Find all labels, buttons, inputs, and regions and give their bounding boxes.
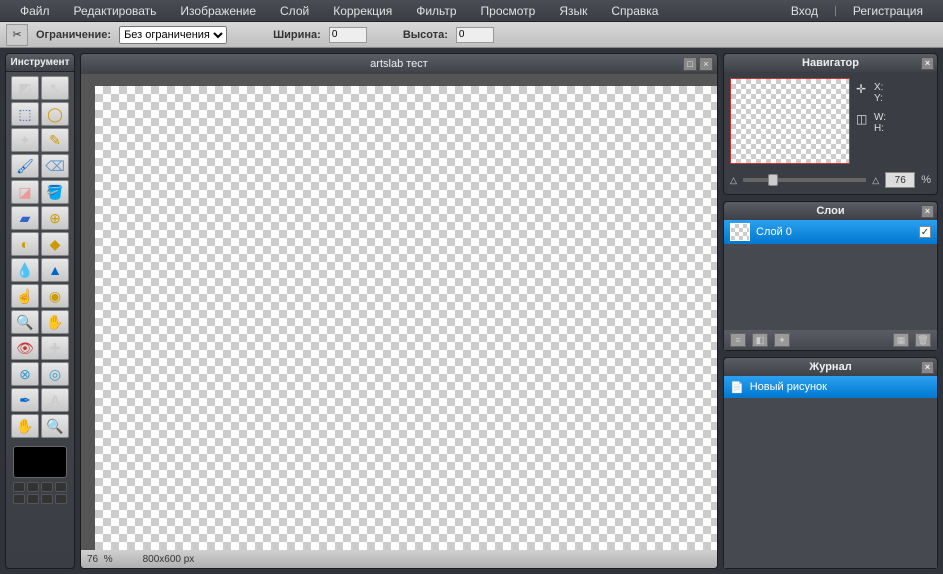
marquee-tool[interactable]: ⬚ [11, 102, 39, 126]
toolbox-title: Инструмент [6, 54, 74, 72]
heal-tool[interactable]: ✚ [41, 336, 69, 360]
liquify-tool[interactable]: ⊗ [11, 362, 39, 386]
replace-tool[interactable]: ◐ [11, 232, 39, 256]
layer-row[interactable]: Слой 0 ✓ [724, 220, 937, 244]
zoom-value: 76 [87, 554, 98, 565]
width-input[interactable] [329, 27, 367, 43]
layer-style-button[interactable]: ✦ [774, 333, 790, 347]
canvas-checker [95, 86, 717, 550]
type-tool[interactable]: A [41, 388, 69, 412]
layers-title: Слои [816, 205, 844, 217]
close-icon[interactable]: × [921, 57, 934, 70]
menu-view[interactable]: Просмотр [469, 1, 548, 21]
swatch[interactable] [55, 482, 67, 492]
menu-layer[interactable]: Слой [268, 1, 321, 21]
menu-separator: | [834, 5, 837, 17]
shape-tool[interactable]: ◆ [41, 232, 69, 256]
dodge-tool[interactable]: 🔍 [11, 310, 39, 334]
canvas-statusbar: 76 % 800x600 px [81, 550, 717, 568]
navigator-panel: Навигатор × ✛X:Y: ◫W:H: △ △ % [723, 53, 938, 195]
canvas-title: artslab тест [370, 58, 428, 70]
toolbox: Инструмент ◩ ↖ ⬚ ◯ ✦ ✎ 🖌 ⌫ ◪ 🪣 ▰ ⊕ ◐ ◆ 💧… [5, 53, 75, 569]
layer-settings-button[interactable]: ≡ [730, 333, 746, 347]
swatch[interactable] [41, 482, 53, 492]
blur-tool[interactable]: 💧 [11, 258, 39, 282]
maximize-button[interactable]: □ [683, 57, 697, 71]
zoom-in-icon[interactable]: △ [872, 175, 879, 186]
canvas-titlebar[interactable]: artslab тест □ × [81, 54, 717, 74]
close-icon[interactable]: × [921, 361, 934, 374]
journal-row[interactable]: 📄 Новый рисунок [724, 376, 937, 398]
height-label: Высота: [403, 29, 448, 41]
sharpen-tool[interactable]: ▲ [41, 258, 69, 282]
menu-filter[interactable]: Фильтр [404, 1, 468, 21]
navigator-title: Навигатор [802, 57, 859, 69]
crosshair-icon: ✛ [856, 82, 868, 96]
canvas-dimensions: 800x600 px [143, 554, 195, 565]
smudge-tool[interactable]: ☝ [11, 284, 39, 308]
register-link[interactable]: Регистрация [841, 1, 935, 21]
pencil-tool[interactable]: ✎ [41, 128, 69, 152]
height-input[interactable] [456, 27, 494, 43]
gradient-tool[interactable]: ▰ [11, 206, 39, 230]
journal-title: Журнал [809, 361, 851, 373]
swatch[interactable] [27, 482, 39, 492]
layer-thumbnail [730, 223, 750, 241]
journal-entry: Новый рисунок [750, 381, 827, 393]
constraint-select[interactable]: Без ограничения [119, 26, 227, 44]
zoom-slider[interactable] [743, 178, 866, 182]
foreground-color[interactable] [13, 446, 67, 478]
swatch[interactable] [41, 494, 53, 504]
swatch[interactable] [55, 494, 67, 504]
hand-tool[interactable]: ✋ [11, 414, 39, 438]
burn-tool[interactable]: ✋ [41, 310, 69, 334]
options-bar: ✂ Ограничение: Без ограничения Ширина: В… [0, 22, 943, 48]
lasso-tool[interactable]: ◯ [41, 102, 69, 126]
layers-panel: Слои × Слой 0 ✓ ≡ ◧ ✦ ▦ 🗑 [723, 201, 938, 351]
menu-edit[interactable]: Редактировать [62, 1, 169, 21]
redeye-tool[interactable]: 👁 [11, 336, 39, 360]
menu-adjustment[interactable]: Коррекция [321, 1, 404, 21]
swatch[interactable] [13, 482, 25, 492]
new-layer-button[interactable]: ▦ [893, 333, 909, 347]
menu-language[interactable]: Язык [547, 1, 599, 21]
eyedropper-tool[interactable]: ✒ [11, 388, 39, 412]
zoom-input[interactable] [885, 172, 915, 188]
zoom-out-icon[interactable]: △ [730, 175, 737, 186]
zoom-tool[interactable]: 🔍 [41, 414, 69, 438]
bucket-tool[interactable]: 🪣 [41, 180, 69, 204]
eraser2-tool[interactable]: ◪ [11, 180, 39, 204]
constraint-label: Ограничение: [36, 29, 111, 41]
wand-tool[interactable]: ✦ [11, 128, 39, 152]
warp-tool[interactable]: ◎ [41, 362, 69, 386]
layer-mask-button[interactable]: ◧ [752, 333, 768, 347]
menubar: Файл Редактировать Изображение Слой Корр… [0, 0, 943, 22]
swatch[interactable] [27, 494, 39, 504]
canvas[interactable] [81, 74, 717, 550]
menu-file[interactable]: Файл [8, 1, 62, 21]
move-tool[interactable]: ↖ [41, 76, 69, 100]
swatch[interactable] [13, 494, 25, 504]
bounds-icon: ◫ [856, 112, 868, 126]
close-button[interactable]: × [699, 57, 713, 71]
percent-label: % [921, 174, 931, 186]
eraser-tool[interactable]: ⌫ [41, 154, 69, 178]
menu-help[interactable]: Справка [599, 1, 670, 21]
crop-tool-icon: ✂ [6, 24, 28, 46]
layer-visibility-checkbox[interactable]: ✓ [919, 226, 931, 238]
stamp-tool[interactable]: ⊕ [41, 206, 69, 230]
delete-layer-button[interactable]: 🗑 [915, 333, 931, 347]
document-icon: 📄 [730, 381, 744, 394]
navigator-preview[interactable] [730, 78, 850, 164]
menu-image[interactable]: Изображение [168, 1, 268, 21]
close-icon[interactable]: × [921, 205, 934, 218]
sponge-tool[interactable]: ◉ [41, 284, 69, 308]
login-link[interactable]: Вход [779, 1, 830, 21]
crop-tool[interactable]: ◩ [11, 76, 39, 100]
width-label: Ширина: [273, 29, 321, 41]
layer-name: Слой 0 [756, 226, 792, 238]
canvas-window: artslab тест □ × 76 % 800x600 px [80, 53, 718, 569]
journal-panel: Журнал × 📄 Новый рисунок [723, 357, 938, 569]
brush-tool[interactable]: 🖌 [11, 154, 39, 178]
